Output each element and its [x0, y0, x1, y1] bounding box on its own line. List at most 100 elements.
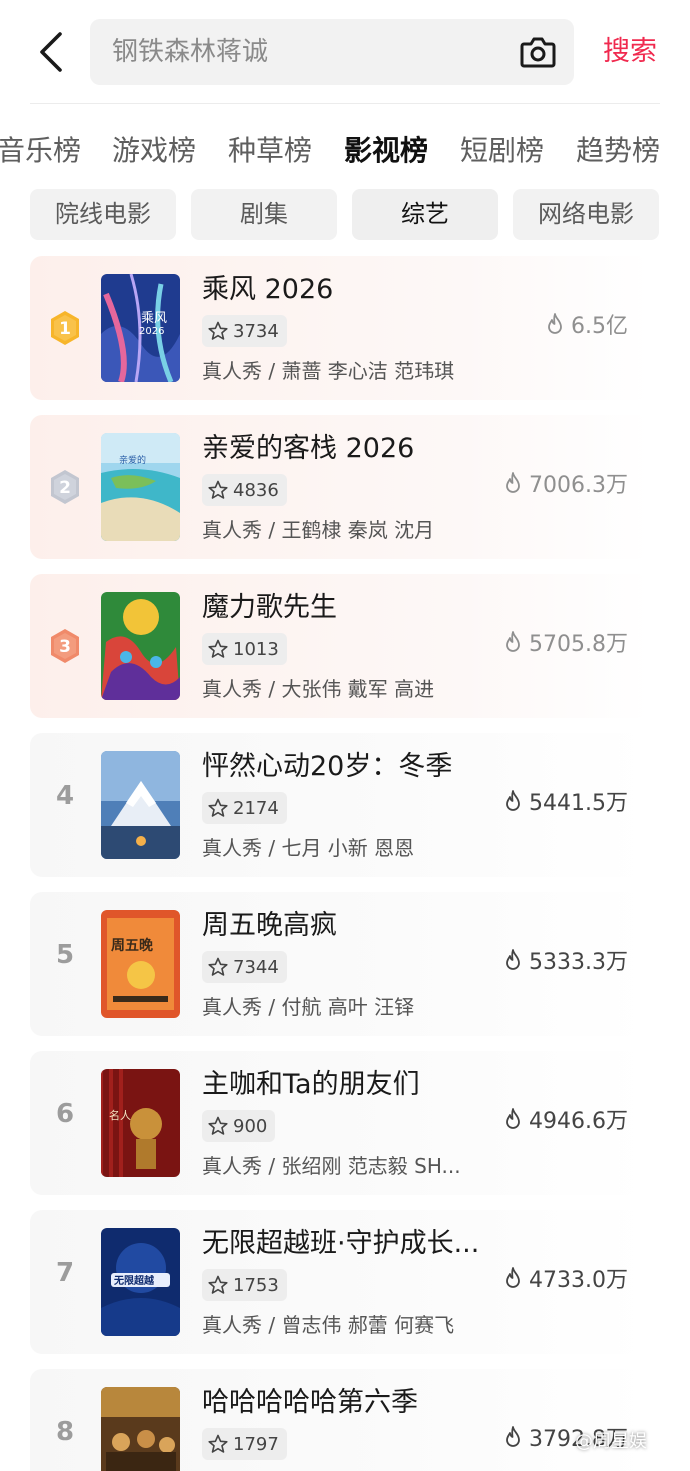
rating-badge: 1797 [202, 1428, 287, 1460]
rank-silver-badge: 2 [51, 470, 79, 504]
star-icon [208, 480, 228, 499]
heat-value: 6.5亿 [544, 308, 628, 340]
search-input[interactable]: 钢铁森林蒋诚 [90, 19, 574, 85]
subcat-series[interactable]: 剧集 [191, 189, 337, 240]
show-title: 主咖和Ta的朋友们 [202, 1069, 420, 1100]
svg-text:名人: 名人 [109, 1108, 131, 1122]
list-item[interactable]: 3 魔力歌先生 1013 真人秀 / 大张伟 戴军 高进 5705.8万 [30, 574, 650, 718]
poster-image: 名人 [101, 1069, 180, 1177]
svg-text:无限超越: 无限超越 [113, 1274, 155, 1287]
star-icon [208, 798, 228, 817]
flame-icon [506, 1426, 520, 1447]
flame-icon [506, 631, 520, 652]
rating-badge: 2174 [202, 792, 287, 824]
subcat-web-movie[interactable]: 网络电影 [513, 189, 659, 240]
list-item[interactable]: 4 怦然心动20岁：冬季 2174 真人秀 / 七月 小新 恩恩 5441.5万 [30, 733, 650, 877]
star-icon [208, 639, 228, 658]
heat-value: 5705.8万 [502, 626, 628, 658]
list-item[interactable]: 6 名人 主咖和Ta的朋友们 900 真人秀 / 张绍刚 范志毅 SH... 4… [30, 1051, 650, 1195]
search-button[interactable]: 搜索 [603, 28, 657, 76]
rating-badge: 3734 [202, 315, 287, 347]
rating-count: 1753 [233, 1274, 279, 1296]
show-title: 魔力歌先生 [202, 592, 337, 623]
star-icon [208, 957, 228, 976]
rank-number: 6 [55, 1099, 75, 1129]
list-item[interactable]: 5 周五晚 周五晚高疯 7344 真人秀 / 付航 高叶 汪铎 5333.3万 [30, 892, 650, 1036]
star-icon [208, 321, 228, 340]
show-meta: 真人秀 / 王鹤棣 秦岚 沈月 [202, 518, 435, 542]
rating-badge: 1013 [202, 633, 287, 665]
rating-badge: 900 [202, 1110, 276, 1142]
ranking-tabs: 音乐榜 游戏榜 种草榜 影视榜 短剧榜 趋势榜 [0, 128, 690, 178]
poster-image [101, 1387, 180, 1471]
show-meta: 真人秀 / 大张伟 戴军 高进 [202, 677, 435, 701]
show-title: 哈哈哈哈哈第六季 [202, 1387, 418, 1418]
camera-icon[interactable] [518, 33, 558, 71]
show-meta: 真人秀 / 七月 小新 恩恩 [202, 836, 415, 860]
flame-icon [506, 1267, 520, 1288]
list-item[interactable]: 8 哈哈哈哈哈第六季 1797 3792.8万 [30, 1369, 650, 1471]
rating-count: 1013 [233, 638, 279, 660]
subcat-variety[interactable]: 综艺 [352, 189, 498, 240]
chevron-left-icon[interactable] [34, 30, 68, 74]
heat-text: 5333.3万 [529, 950, 628, 975]
rating-count: 7344 [233, 956, 279, 978]
show-meta: 真人秀 / 付航 高叶 汪铎 [202, 995, 415, 1019]
svg-text:亲爱的: 亲爱的 [119, 454, 146, 466]
list-item[interactable]: 7 无限超越 无限超越班·守护成长... 1753 真人秀 / 曾志伟 郝蕾 何… [30, 1210, 650, 1354]
poster-image: 周五晚 [101, 910, 180, 1018]
tab-recommend[interactable]: 种草榜 [228, 128, 312, 174]
svg-text:2: 2 [59, 478, 71, 498]
rating-badge: 1753 [202, 1269, 287, 1301]
rating-count: 1797 [233, 1433, 279, 1455]
show-title: 怦然心动20岁：冬季 [202, 751, 453, 782]
rank-number: 4 [55, 781, 75, 811]
heat-value: 4946.6万 [502, 1103, 628, 1135]
rank-number: 8 [55, 1417, 75, 1447]
rating-badge: 7344 [202, 951, 287, 983]
show-title: 乘风 2026 [202, 274, 334, 305]
rank-bronze-badge: 3 [51, 629, 79, 663]
poster-image: 乘风 2026 [101, 274, 180, 382]
list-item[interactable]: 1 乘风 2026 乘风 2026 3734 真人秀 / 萧蔷 李心洁 范玮琪 … [30, 256, 650, 400]
show-meta: 真人秀 / 萧蔷 李心洁 范玮琪 [202, 359, 455, 383]
svg-text:乘风: 乘风 [141, 311, 167, 326]
heat-text: 5705.8万 [529, 632, 628, 657]
poster-image: 亲爱的 [101, 433, 180, 541]
rank-gold-badge: 1 [51, 311, 79, 345]
show-meta: 真人秀 / 张绍刚 范志毅 SH... [202, 1154, 461, 1178]
heat-text: 4946.6万 [529, 1109, 628, 1134]
show-title: 亲爱的客栈 2026 [202, 433, 415, 464]
flame-icon [548, 313, 562, 334]
heat-text: 4733.0万 [529, 1268, 628, 1293]
rating-badge: 4836 [202, 474, 287, 506]
heat-value: 5333.3万 [502, 944, 628, 976]
list-item[interactable]: 2 亲爱的 亲爱的客栈 2026 4836 真人秀 / 王鹤棣 秦岚 沈月 70… [30, 415, 650, 559]
svg-text:3: 3 [59, 637, 71, 657]
rank-number: 5 [55, 940, 75, 970]
tab-short-drama[interactable]: 短剧榜 [460, 128, 544, 174]
poster-image [101, 751, 180, 859]
show-meta: 真人秀 / 曾志伟 郝蕾 何赛飞 [202, 1313, 455, 1337]
tab-game[interactable]: 游戏榜 [112, 128, 196, 174]
tab-film-tv[interactable]: 影视榜 [344, 128, 428, 174]
rating-count: 900 [233, 1115, 268, 1137]
heat-value: 4733.0万 [502, 1262, 628, 1294]
tab-music[interactable]: 音乐榜 [0, 128, 81, 174]
poster-image [101, 592, 180, 700]
flame-icon [506, 790, 520, 811]
star-icon [208, 1275, 228, 1294]
heat-text: 7006.3万 [529, 473, 628, 498]
rating-count: 2174 [233, 797, 279, 819]
search-header: 钢铁森林蒋诚 搜索 [0, 0, 690, 104]
svg-text:2026: 2026 [139, 326, 164, 337]
svg-text:周五晚: 周五晚 [111, 937, 153, 954]
star-icon [208, 1116, 228, 1135]
heat-value: 5441.5万 [502, 785, 628, 817]
show-title: 周五晚高疯 [202, 910, 337, 941]
tab-trend[interactable]: 趋势榜 [576, 128, 660, 174]
poster-image: 无限超越 [101, 1228, 180, 1336]
heat-value: 7006.3万 [502, 467, 628, 499]
subcat-cinema-movie[interactable]: 院线电影 [30, 189, 176, 240]
svg-text:1: 1 [59, 319, 71, 339]
